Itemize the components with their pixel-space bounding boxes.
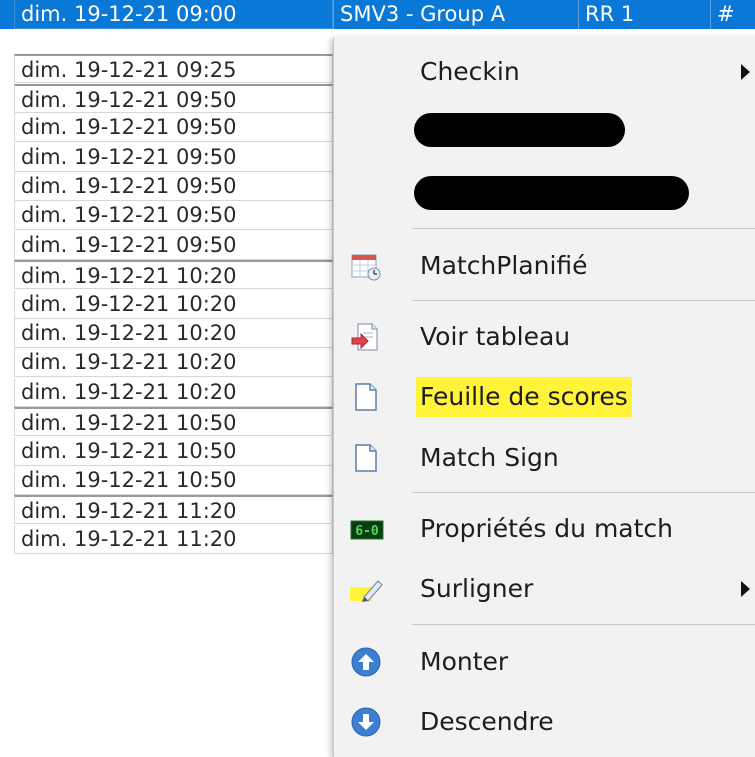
document-icon [350, 442, 382, 474]
submenu-arrow-icon [741, 64, 750, 80]
menu-item-label: Checkin [420, 57, 520, 86]
arrow-down-circle-icon [350, 706, 382, 738]
date-cell[interactable]: dim. 19-12-21 09:50 [14, 143, 333, 172]
menu-item-label: Surligner [420, 574, 534, 603]
date-cell[interactable]: dim. 19-12-21 09:25 [14, 54, 333, 83]
menu-item-match-sign[interactable]: Match Sign [334, 428, 755, 488]
menu-item-surligner[interactable]: Surligner [334, 559, 755, 619]
redaction-bar [414, 176, 689, 210]
date-cell[interactable]: dim. 19-12-21 10:20 [14, 290, 333, 319]
document-icon [350, 381, 382, 413]
menu-item-voir-tableau[interactable]: Voir tableau [334, 307, 755, 367]
date-cell[interactable]: dim. 19-12-21 09:50 [14, 231, 333, 260]
date-cell[interactable]: dim. 19-12-21 09:50 [14, 84, 333, 113]
menu-item-feuille-de-scores[interactable]: Feuille de scores [334, 367, 755, 427]
menu-item-proprietes-du-match[interactable]: 6-0 Propriétés du match [334, 499, 755, 559]
menu-item-label: Descendre [420, 707, 554, 736]
round-cell[interactable]: RR 1 [578, 0, 710, 29]
date-cell[interactable]: dim. 19-12-21 11:20 [14, 525, 333, 554]
date-cell[interactable]: dim. 19-12-21 10:50 [14, 466, 333, 495]
menu-separator [412, 624, 755, 625]
menu-item-redacted[interactable] [334, 100, 755, 160]
date-cell[interactable]: dim. 19-12-21 10:50 [14, 407, 333, 436]
menu-separator [412, 300, 755, 301]
redaction-bar [414, 113, 625, 147]
open-draw-icon [350, 321, 382, 353]
date-cell[interactable]: dim. 19-12-21 09:00 [14, 0, 333, 29]
menu-item-checkin[interactable]: Checkin [334, 42, 755, 102]
scoreboard-text: 6-0 [355, 524, 379, 539]
menu-item-descendre[interactable]: Descendre [334, 692, 755, 752]
menu-item-monter[interactable]: Monter [334, 632, 755, 692]
date-cell[interactable]: dim. 19-12-21 10:20 [14, 260, 333, 289]
date-cell[interactable]: dim. 19-12-21 10:20 [14, 348, 333, 377]
menu-item-label: Match Sign [420, 443, 559, 472]
date-cell[interactable]: dim. 19-12-21 10:20 [14, 378, 333, 407]
context-menu: Checkin MatchPlanifié Voir tableau Feuil… [333, 37, 755, 757]
menu-item-label: Propriétés du match [420, 514, 674, 543]
event-cell[interactable]: SMV3 - Group A [333, 0, 578, 29]
date-cell[interactable]: dim. 19-12-21 09:50 [14, 172, 333, 201]
date-cell[interactable]: dim. 19-12-21 10:20 [14, 319, 333, 348]
date-cell[interactable]: dim. 19-12-21 10:50 [14, 437, 333, 466]
extra-cell[interactable]: # [710, 0, 755, 29]
table-row-selected[interactable]: dim. 19-12-21 09:00 SMV3 - Group A RR 1 … [0, 0, 755, 29]
arrow-up-circle-icon [350, 646, 382, 678]
menu-item-label: Monter [420, 647, 509, 676]
menu-item-match-planifie[interactable]: MatchPlanifié [334, 236, 755, 296]
date-cell[interactable]: dim. 19-12-21 09:50 [14, 201, 333, 230]
menu-item-label: Voir tableau [420, 322, 571, 351]
menu-item-redacted[interactable] [334, 164, 755, 224]
menu-item-label: MatchPlanifié [420, 251, 588, 280]
submenu-arrow-icon [741, 581, 750, 597]
date-cell[interactable]: dim. 19-12-21 11:20 [14, 495, 333, 524]
menu-separator [412, 228, 755, 229]
date-cell[interactable]: dim. 19-12-21 09:50 [14, 113, 333, 142]
highlighter-icon [350, 573, 383, 605]
menu-separator [412, 492, 755, 493]
scoreboard-icon: 6-0 [350, 513, 384, 545]
menu-item-label: Feuille de scores [416, 377, 632, 417]
calendar-icon [350, 250, 382, 282]
